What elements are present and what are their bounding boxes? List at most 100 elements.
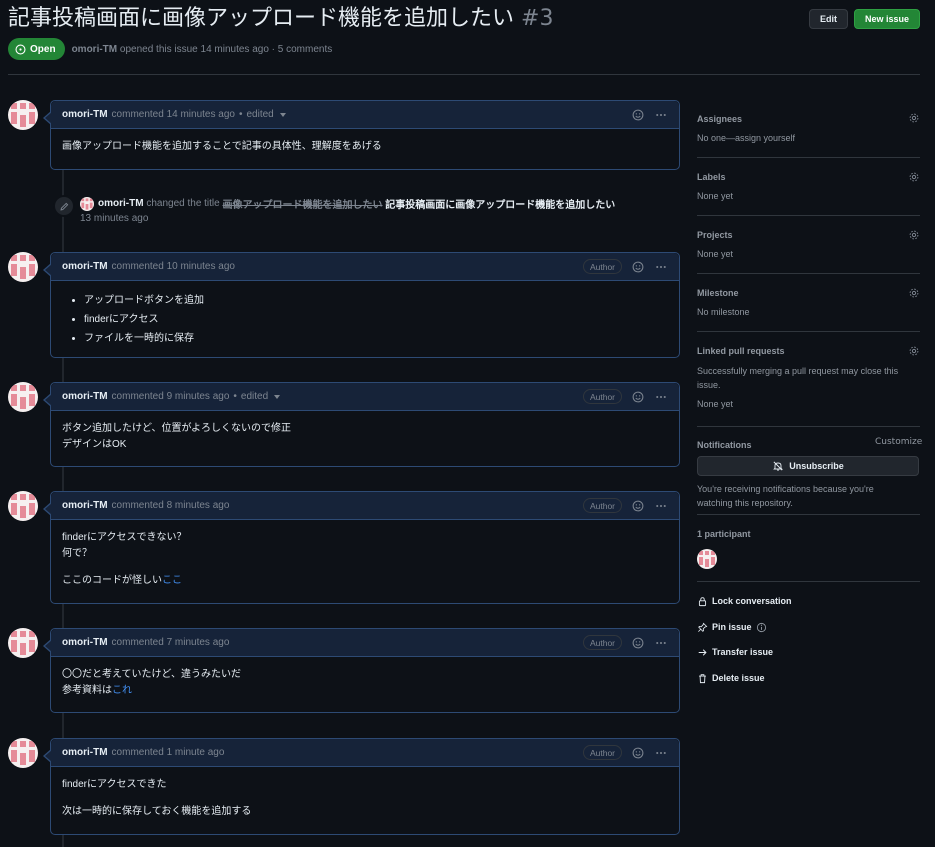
lock-icon bbox=[698, 596, 707, 606]
sidebar-milestone: Milestone No milestone bbox=[697, 274, 920, 332]
edit-button[interactable]: Edit bbox=[808, 9, 848, 29]
avatar[interactable] bbox=[8, 738, 38, 768]
gear-icon[interactable] bbox=[908, 287, 920, 299]
smiley-icon[interactable] bbox=[632, 747, 644, 759]
comment-author[interactable]: omori-TM bbox=[62, 747, 108, 758]
author-badge: Author bbox=[582, 498, 622, 513]
meta-author-link[interactable]: omori-TM bbox=[72, 44, 118, 55]
bell-slash-icon bbox=[773, 461, 784, 471]
smiley-icon[interactable] bbox=[632, 637, 644, 649]
avatar[interactable] bbox=[8, 252, 38, 282]
labels-title[interactable]: Labels bbox=[697, 172, 920, 182]
avatar[interactable] bbox=[697, 549, 717, 569]
event-actor[interactable]: omori-TM bbox=[98, 198, 144, 209]
transfer-label: Transfer issue bbox=[712, 647, 774, 657]
arrow-right-icon bbox=[698, 648, 707, 656]
comment-text: 次は一時的に保存しておく機能を追加する bbox=[62, 806, 252, 817]
comment-text: ここのコードが怪しいここ bbox=[62, 573, 668, 589]
pin-icon bbox=[698, 622, 708, 632]
projects-value: None yet bbox=[697, 249, 734, 259]
delete-issue-link[interactable]: Delete issue bbox=[697, 671, 920, 685]
comment-time[interactable]: 1 minute ago bbox=[167, 747, 225, 758]
comment: omori-TM commented 10 minutes ago Author… bbox=[43, 252, 680, 358]
comment-header: omori-TM commented 10 minutes ago Author bbox=[51, 253, 679, 281]
participants-title: 1 participant bbox=[697, 529, 751, 539]
gear-icon[interactable] bbox=[908, 112, 920, 124]
kebab-horizontal-icon[interactable] bbox=[654, 261, 668, 273]
author-badge: Author bbox=[582, 259, 622, 274]
comment-text: 何で？ bbox=[62, 548, 92, 559]
customize-link[interactable]: Customize bbox=[875, 437, 922, 447]
comment-link[interactable]: ここ bbox=[162, 575, 182, 586]
comment-action: commented bbox=[111, 637, 164, 648]
comment-action: commented bbox=[111, 747, 164, 758]
comment-body: 画像アップロード機能を追加することで記事の具体性、理解度をあげる bbox=[51, 129, 679, 165]
event-time[interactable]: 13 minutes ago bbox=[80, 213, 148, 224]
smiley-icon[interactable] bbox=[632, 500, 644, 512]
projects-title[interactable]: Projects bbox=[697, 230, 920, 240]
kebab-horizontal-icon[interactable] bbox=[654, 109, 668, 121]
separator-dot: • bbox=[238, 109, 243, 120]
comment-author[interactable]: omori-TM bbox=[62, 391, 108, 402]
kebab-horizontal-icon[interactable] bbox=[654, 637, 668, 649]
author-badge: Author bbox=[582, 635, 622, 650]
comment-time[interactable]: 7 minutes ago bbox=[167, 637, 230, 648]
info-icon[interactable] bbox=[756, 622, 767, 633]
header-divider bbox=[8, 74, 920, 75]
assignees-value[interactable]: No one—assign yourself bbox=[697, 133, 920, 143]
meta-rest: opened this issue 14 minutes ago · 5 com… bbox=[119, 43, 333, 55]
kebab-horizontal-icon[interactable] bbox=[654, 747, 668, 759]
notifications-desc: You're receiving notifications because y… bbox=[697, 484, 874, 508]
comment-time[interactable]: 10 minutes ago bbox=[167, 261, 235, 272]
gear-icon[interactable] bbox=[908, 171, 920, 183]
chevron-down-icon[interactable] bbox=[274, 394, 281, 399]
link-prefix: ここのコードが怪しい bbox=[62, 575, 162, 586]
comment-time[interactable]: 14 minutes ago bbox=[167, 109, 235, 120]
comment-text: finderにアクセスできた bbox=[62, 779, 167, 790]
comment-author[interactable]: omori-TM bbox=[62, 637, 108, 648]
gear-icon[interactable] bbox=[908, 345, 920, 357]
comment-header: omori-TM commented 8 minutes ago Author bbox=[51, 492, 679, 520]
sidebar: Assignees No one—assign yourself Labels … bbox=[697, 104, 920, 685]
comment-body: finderにアクセスできない？ 何で？ ここのコードが怪しいここ bbox=[51, 520, 679, 599]
edited-label[interactable]: edited bbox=[246, 109, 273, 120]
comment-action: commented bbox=[111, 500, 164, 511]
avatar[interactable] bbox=[8, 491, 38, 521]
avatar[interactable] bbox=[8, 382, 38, 412]
avatar[interactable] bbox=[80, 196, 94, 211]
kebab-horizontal-icon[interactable] bbox=[654, 391, 668, 403]
comment-author[interactable]: omori-TM bbox=[62, 109, 108, 120]
unsubscribe-button[interactable]: Unsubscribe bbox=[697, 456, 919, 476]
new-issue-button[interactable]: New issue bbox=[853, 9, 920, 29]
comment-text: デザインはOK bbox=[62, 439, 127, 450]
milestone-title[interactable]: Milestone bbox=[697, 288, 920, 298]
avatar[interactable] bbox=[8, 100, 38, 130]
comment-author[interactable]: omori-TM bbox=[62, 500, 108, 511]
issue-meta-text: omori-TM opened this issue 14 minutes ag… bbox=[72, 44, 333, 55]
pin-issue-link[interactable]: Pin issue bbox=[697, 620, 920, 634]
smiley-icon[interactable] bbox=[632, 391, 644, 403]
smiley-icon[interactable] bbox=[632, 109, 644, 121]
comment-text: 〇〇だと考えていたけど、違うみたいだ bbox=[62, 669, 241, 680]
comment-list: アップロードボタンを追加 finderにアクセス ファイルを一時的に保存 bbox=[62, 291, 668, 348]
comment-time[interactable]: 9 minutes ago bbox=[167, 391, 230, 402]
comment-author[interactable]: omori-TM bbox=[62, 261, 108, 272]
smiley-icon[interactable] bbox=[632, 261, 644, 273]
lock-conversation-link[interactable]: Lock conversation bbox=[697, 594, 920, 608]
issue-header: 記事投稿画面に画像アップロード機能を追加したい #3 Edit New issu… bbox=[8, 4, 920, 60]
assignees-title[interactable]: Assignees bbox=[697, 114, 920, 124]
comment-time[interactable]: 8 minutes ago bbox=[167, 500, 230, 511]
transfer-issue-link[interactable]: Transfer issue bbox=[697, 645, 920, 659]
comment-link[interactable]: これ bbox=[112, 685, 132, 696]
chevron-down-icon[interactable] bbox=[279, 112, 286, 117]
comment: omori-TM commented 1 minute ago Author f… bbox=[43, 738, 680, 835]
status-badge: Open bbox=[8, 38, 65, 60]
pin-label: Pin issue bbox=[712, 622, 752, 632]
gear-icon[interactable] bbox=[908, 229, 920, 241]
linked-title[interactable]: Linked pull requests bbox=[697, 346, 920, 356]
sidebar-linked-prs: Linked pull requests Successfully mergin… bbox=[697, 332, 920, 427]
edited-label[interactable]: edited bbox=[241, 391, 268, 402]
avatar[interactable] bbox=[8, 628, 38, 658]
kebab-horizontal-icon[interactable] bbox=[654, 500, 668, 512]
